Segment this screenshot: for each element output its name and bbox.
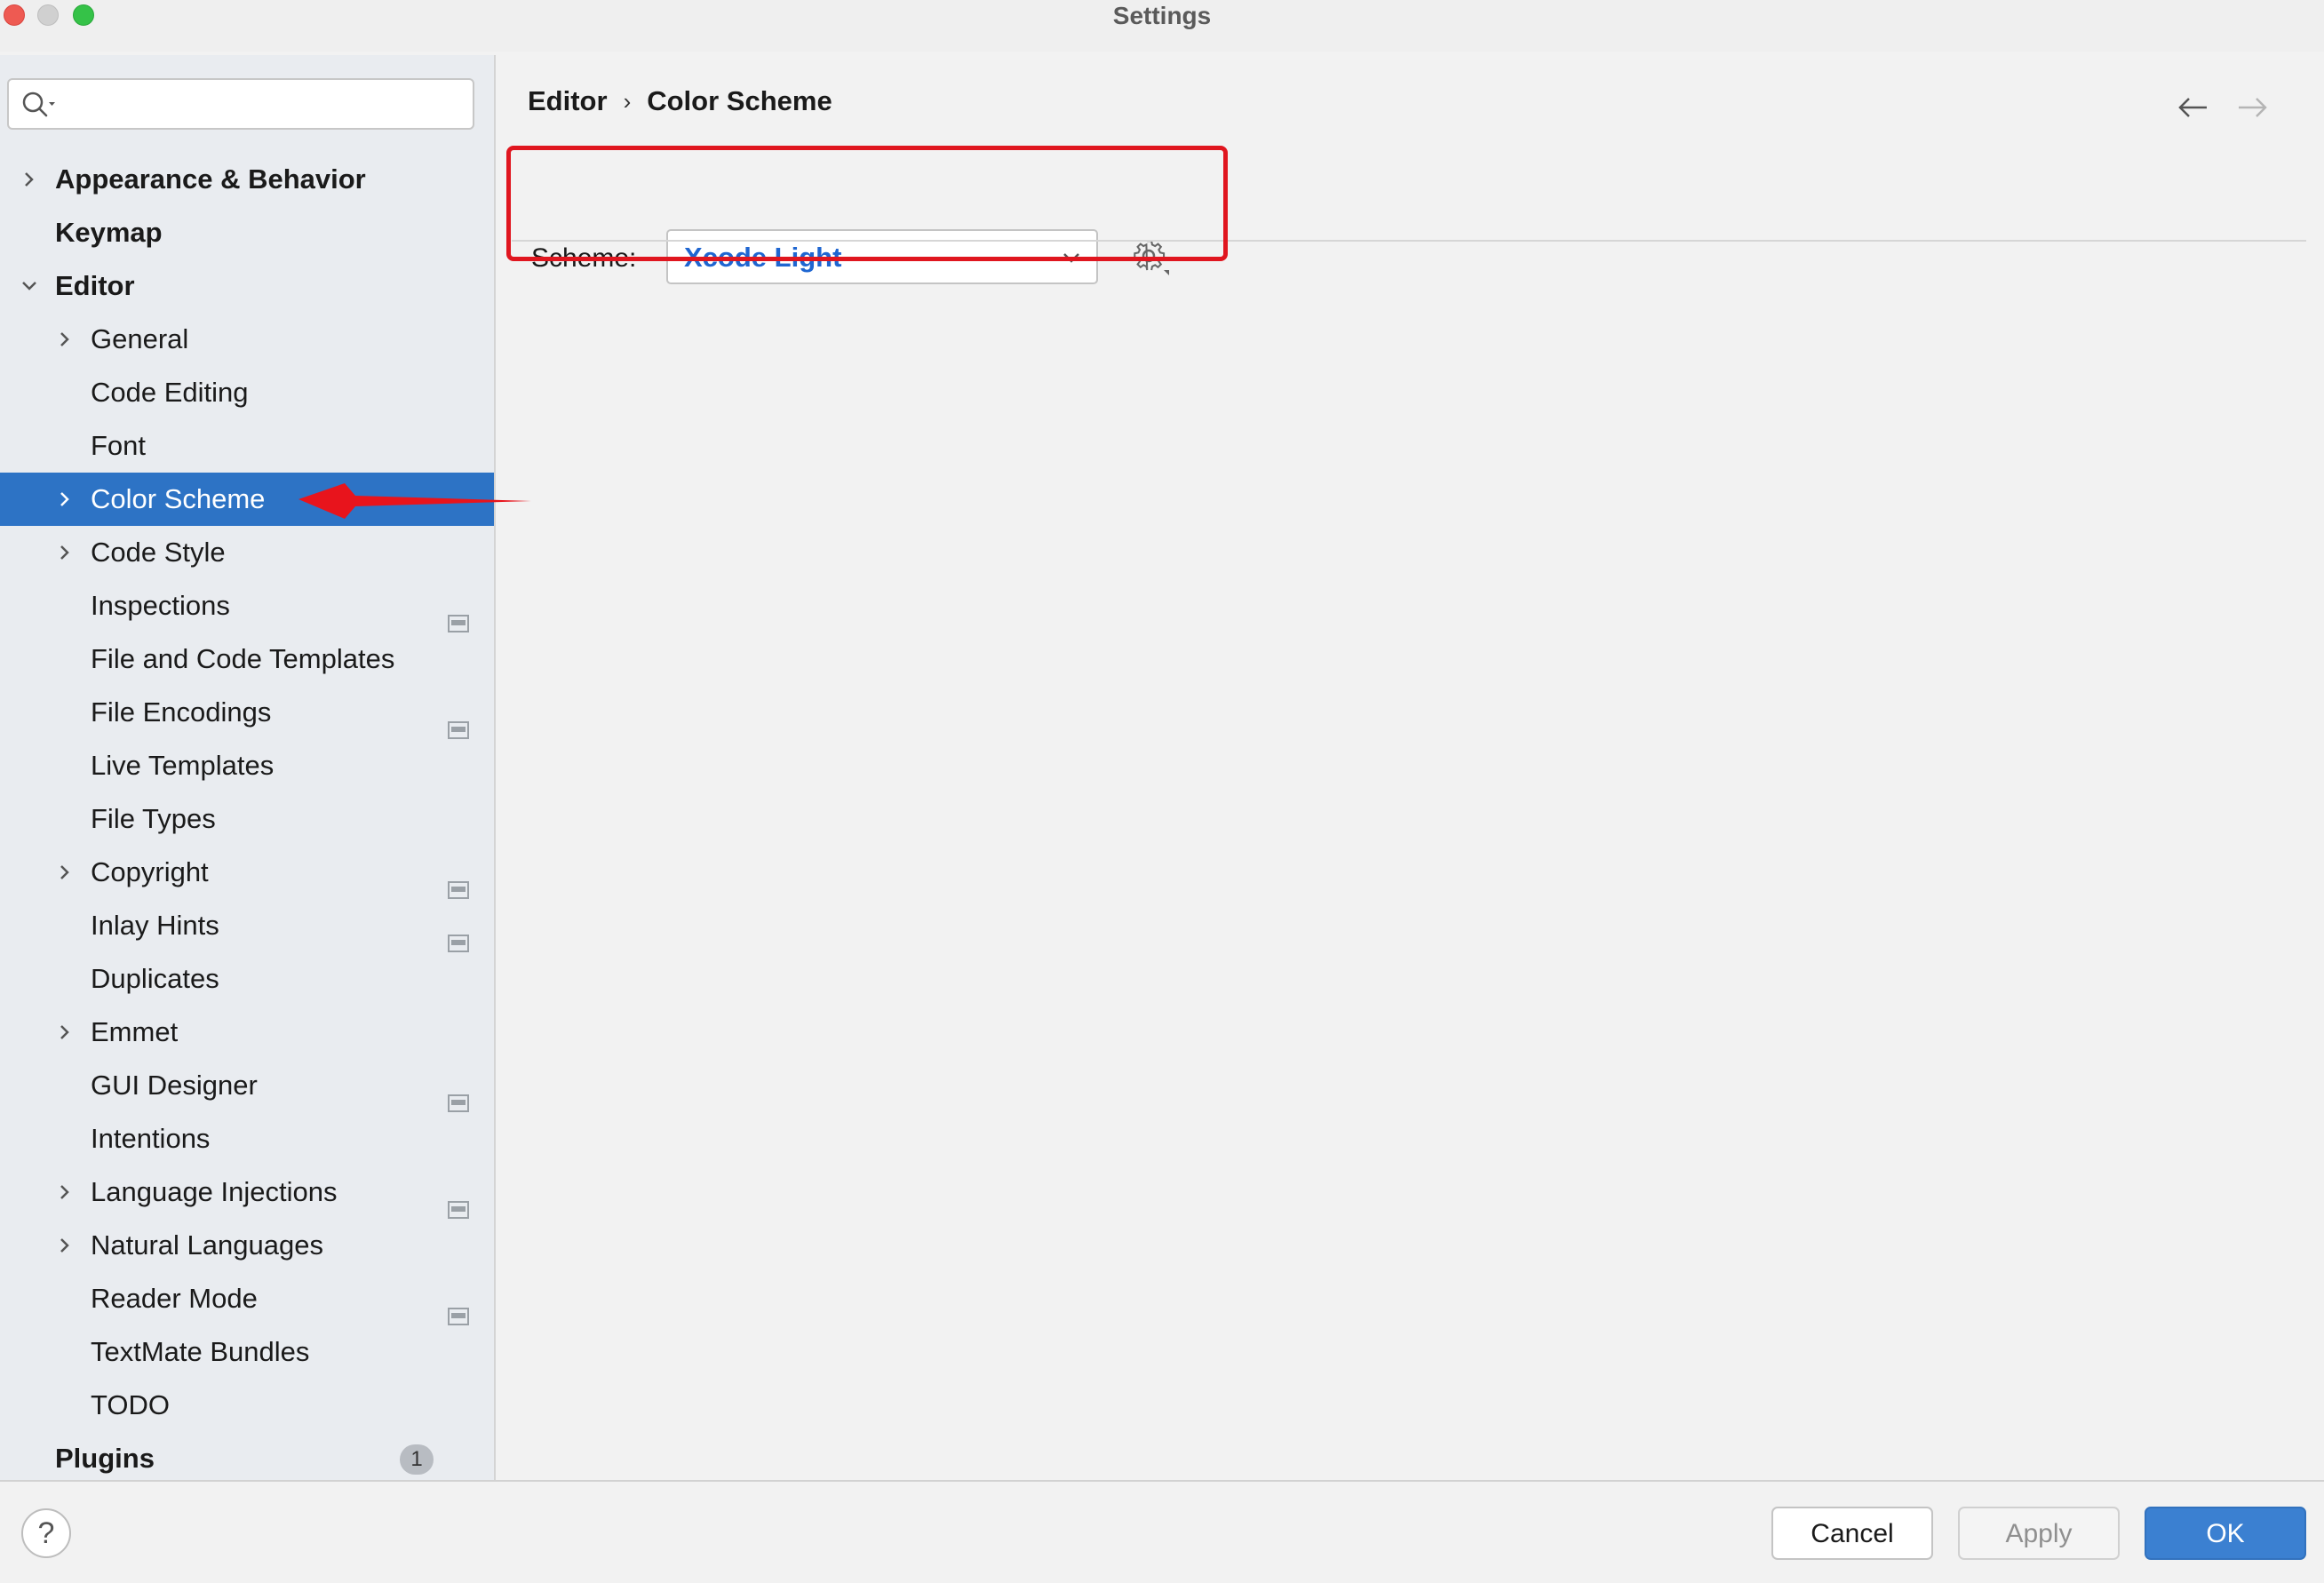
ok-button[interactable]: OK: [2145, 1507, 2306, 1560]
back-arrow-icon[interactable]: [2177, 94, 2210, 125]
sidebar-item-label: Copyright: [91, 856, 209, 887]
sidebar-item-inlay-hints[interactable]: Inlay Hints: [0, 899, 494, 952]
sidebar-item-file-and-code-templates[interactable]: File and Code Templates: [0, 632, 494, 686]
annotation-arrow-icon: [293, 469, 535, 530]
sidebar-item-natural-languages[interactable]: Natural Languages: [0, 1219, 494, 1272]
sidebar-item-label: File Types: [91, 803, 216, 834]
sidebar-item-label: Editor: [55, 270, 135, 301]
sidebar-item-language-injections[interactable]: Language Injections: [0, 1165, 494, 1219]
sidebar-item-label: File Encodings: [91, 696, 272, 728]
main-panel: Editor › Color Scheme Scheme: Xcode Ligh…: [496, 55, 2324, 1480]
sidebar-item-label: Inspections: [91, 590, 230, 621]
sidebar-item-label: Reader Mode: [91, 1283, 258, 1314]
apply-button[interactable]: Apply: [1958, 1507, 2120, 1560]
chevron-right-icon[interactable]: [52, 526, 78, 579]
sidebar-item-general[interactable]: General: [0, 313, 494, 366]
breadcrumb-item-color-scheme: Color Scheme: [647, 85, 832, 116]
title-bar: Settings: [0, 0, 2324, 52]
sidebar-item-intentions[interactable]: Intentions: [0, 1112, 494, 1165]
chevron-right-icon[interactable]: [16, 153, 43, 206]
breadcrumb-item-editor[interactable]: Editor: [528, 85, 608, 117]
sidebar-item-label: Color Scheme: [91, 483, 266, 514]
sidebar-item-label: Inlay Hints: [91, 910, 219, 941]
sidebar-item-label: Keymap: [55, 217, 163, 248]
sidebar-item-plugins[interactable]: Plugins 1: [0, 1432, 494, 1485]
sidebar-item-label: Appearance & Behavior: [55, 163, 366, 195]
sidebar-item-code-style[interactable]: Code Style: [0, 526, 494, 579]
sidebar-item-emmet[interactable]: Emmet: [0, 1006, 494, 1059]
chevron-right-icon[interactable]: [52, 1219, 78, 1272]
sidebar-item-label: Natural Languages: [91, 1229, 323, 1261]
chevron-right-icon[interactable]: [52, 846, 78, 899]
chevron-right-icon[interactable]: [52, 473, 78, 526]
sidebar-item-textmate-bundles[interactable]: TextMate Bundles: [0, 1325, 494, 1379]
sidebar-item-live-templates[interactable]: Live Templates: [0, 739, 494, 792]
sidebar-item-editor[interactable]: Editor: [0, 259, 494, 313]
chevron-down-icon[interactable]: [16, 259, 43, 313]
sidebar-item-code-editing[interactable]: Code Editing: [0, 366, 494, 419]
chevron-right-icon[interactable]: [52, 313, 78, 366]
sidebar-item-label: Plugins: [55, 1443, 155, 1474]
sidebar-item-label: General: [91, 323, 189, 354]
sidebar-item-file-encodings[interactable]: File Encodings: [0, 686, 494, 739]
sidebar-item-label: Duplicates: [91, 963, 219, 994]
sidebar-item-label: Intentions: [91, 1123, 211, 1154]
sidebar-item-inspections[interactable]: Inspections: [0, 579, 494, 632]
sidebar-item-copyright[interactable]: Copyright: [0, 846, 494, 899]
sidebar-item-font[interactable]: Font: [0, 419, 494, 473]
annotation-highlight-box: [506, 146, 1228, 261]
sidebar-item-appearance-behavior[interactable]: Appearance & Behavior: [0, 153, 494, 206]
sidebar-item-label: Code Editing: [91, 377, 249, 408]
sidebar-item-label: TODO: [91, 1389, 170, 1420]
sidebar-item-label: Live Templates: [91, 750, 275, 781]
sidebar-item-label: Emmet: [91, 1016, 179, 1047]
chevron-right-icon[interactable]: [52, 1006, 78, 1059]
sidebar-item-keymap[interactable]: Keymap: [0, 206, 494, 259]
sidebar-item-label: TextMate Bundles: [91, 1336, 310, 1367]
settings-sidebar: Appearance & Behavior Keymap Editor General…: [0, 55, 496, 1480]
search-field[interactable]: [7, 78, 474, 130]
cancel-button[interactable]: Cancel: [1771, 1507, 1933, 1560]
sidebar-item-label: File and Code Templates: [91, 643, 395, 674]
sidebar-item-gui-designer[interactable]: GUI Designer: [0, 1059, 494, 1112]
sidebar-item-todo[interactable]: TODO: [0, 1379, 494, 1432]
sidebar-item-label: Language Injections: [91, 1176, 338, 1207]
sidebar-item-reader-mode[interactable]: Reader Mode: [0, 1272, 494, 1325]
search-icon: [21, 91, 60, 123]
breadcrumb: Editor › Color Scheme: [528, 85, 832, 117]
search-input[interactable]: [73, 87, 458, 123]
dialog-footer: ? Cancel Apply OK: [0, 1480, 2324, 1583]
plugins-update-count-badge: 1: [400, 1444, 434, 1475]
sidebar-item-file-types[interactable]: File Types: [0, 792, 494, 846]
sidebar-item-label: Font: [91, 430, 147, 461]
sidebar-item-label: GUI Designer: [91, 1070, 258, 1101]
breadcrumb-separator-icon: ›: [623, 87, 632, 115]
chevron-right-icon[interactable]: [52, 1165, 78, 1219]
sidebar-item-label: Code Style: [91, 537, 226, 568]
help-button[interactable]: ?: [21, 1508, 71, 1558]
window-title: Settings: [1112, 2, 1212, 29]
sidebar-item-duplicates[interactable]: Duplicates: [0, 952, 494, 1006]
forward-arrow-icon[interactable]: [2235, 94, 2269, 125]
